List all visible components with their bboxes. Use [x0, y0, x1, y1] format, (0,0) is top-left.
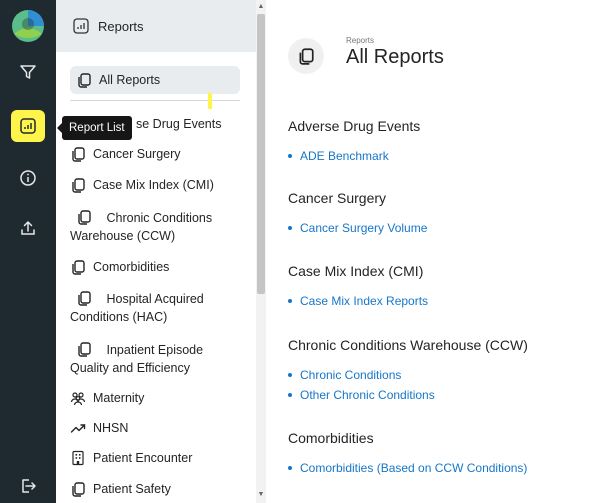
report-link[interactable]: Other Chronic Conditions [288, 388, 435, 402]
bullet-icon [288, 373, 292, 377]
report-link[interactable]: Case Mix Index Reports [288, 294, 428, 308]
nav-item-label: Patient Safety [93, 482, 171, 496]
report-link[interactable]: Comorbidities (Based on CCW Conditions) [288, 461, 527, 475]
nav-item-all-reports[interactable]: All Reports [70, 66, 240, 94]
bullet-icon [288, 154, 292, 158]
report-link-label: Chronic Conditions [300, 368, 402, 382]
nav-item-cancer-surgery[interactable]: Cancer Surgery [70, 145, 252, 163]
main-content: Reports All Reports Adverse Drug Events … [266, 0, 591, 503]
nav-item-label: Comorbidities [93, 260, 170, 274]
copy-icon [70, 177, 86, 193]
nav-header: Reports [56, 0, 256, 52]
copy-icon [76, 341, 92, 357]
scroll-down-icon[interactable]: ▼ [257, 490, 265, 500]
report-link-label: Cancer Surgery Volume [300, 221, 428, 235]
reports-icon [72, 17, 90, 35]
section-title: Chronic Conditions Warehouse (CCW) [288, 337, 528, 353]
breadcrumb[interactable]: Reports [346, 36, 374, 45]
report-link[interactable]: ADE Benchmark [288, 149, 389, 163]
nav-item-patient-encounter[interactable]: Patient Encounter [70, 449, 252, 467]
copy-icon [76, 290, 92, 306]
report-link-label: Other Chronic Conditions [300, 388, 435, 402]
copy-icon [70, 259, 86, 275]
upload-icon[interactable] [12, 212, 44, 244]
info-icon[interactable] [12, 162, 44, 194]
copy-icon [70, 146, 86, 162]
nav-item-label: Cancer Surgery [93, 147, 181, 161]
nav-item-case-mix-index[interactable]: Case Mix Index (CMI) [70, 176, 252, 194]
nav-item-maternity[interactable]: Maternity [70, 389, 252, 407]
nav-item-nhsn[interactable]: NHSN [70, 419, 252, 437]
report-link[interactable]: Cancer Surgery Volume [288, 221, 427, 235]
reports-nav-panel: Reports All Reports se Drug Events Cance… [56, 0, 256, 503]
icon-rail [0, 0, 56, 503]
report-list-icon[interactable] [11, 110, 45, 142]
trend-icon [70, 420, 86, 436]
nav-item-label: Case Mix Index (CMI) [93, 178, 214, 192]
copy-icon [76, 72, 92, 88]
copy-icon [76, 209, 92, 225]
section-title: Case Mix Index (CMI) [288, 263, 424, 279]
nav-item-adverse-drug-events[interactable]: se Drug Events [136, 115, 256, 133]
people-icon [70, 390, 86, 406]
nav-item-inpatient-episode[interactable]: Inpatient Episode Quality and Efficiency [70, 340, 240, 377]
nav-header-title: Reports [98, 18, 144, 34]
copy-icon [288, 38, 324, 74]
building-icon [70, 450, 86, 466]
report-list-tooltip: Report List [57, 116, 132, 140]
nav-item-label: se Drug Events [136, 117, 222, 131]
section-title: Adverse Drug Events [288, 118, 421, 134]
report-link-label: Case Mix Index Reports [300, 294, 429, 308]
nav-item-hospital-acquired-conditions[interactable]: Hospital Acquired Conditions (HAC) [70, 289, 240, 326]
scroll-up-icon[interactable]: ▲ [257, 2, 265, 12]
page-title: All Reports [346, 46, 444, 68]
section-title: Cancer Surgery [288, 190, 387, 206]
nav-item-label: Patient Encounter [93, 451, 193, 465]
filter-icon[interactable] [12, 56, 44, 88]
nav-item-chronic-conditions[interactable]: Chronic Conditions Warehouse (CCW) [70, 208, 240, 245]
bullet-icon [288, 393, 292, 397]
copy-icon [70, 481, 86, 497]
section-title: Comorbidities [288, 430, 374, 446]
nav-item-label: Maternity [93, 391, 145, 405]
bullet-icon [288, 226, 292, 230]
nav-item-patient-safety[interactable]: Patient Safety [70, 480, 252, 498]
nav-item-label: NHSN [93, 421, 129, 435]
title-area [288, 38, 334, 74]
bullet-icon [288, 466, 292, 470]
nav-divider [70, 100, 240, 101]
nav-item-label: All Reports [99, 73, 161, 87]
report-link-label: Comorbidities (Based on CCW Conditions) [300, 461, 528, 475]
app-logo-icon[interactable] [10, 8, 46, 44]
bullet-icon [288, 299, 292, 303]
scrollbar-thumb[interactable] [257, 14, 265, 294]
nav-item-comorbidities[interactable]: Comorbidities [70, 258, 252, 276]
report-link[interactable]: Chronic Conditions [288, 368, 401, 382]
report-link-label: ADE Benchmark [300, 149, 389, 163]
logout-icon[interactable] [12, 470, 44, 502]
highlight-marker [208, 93, 212, 109]
